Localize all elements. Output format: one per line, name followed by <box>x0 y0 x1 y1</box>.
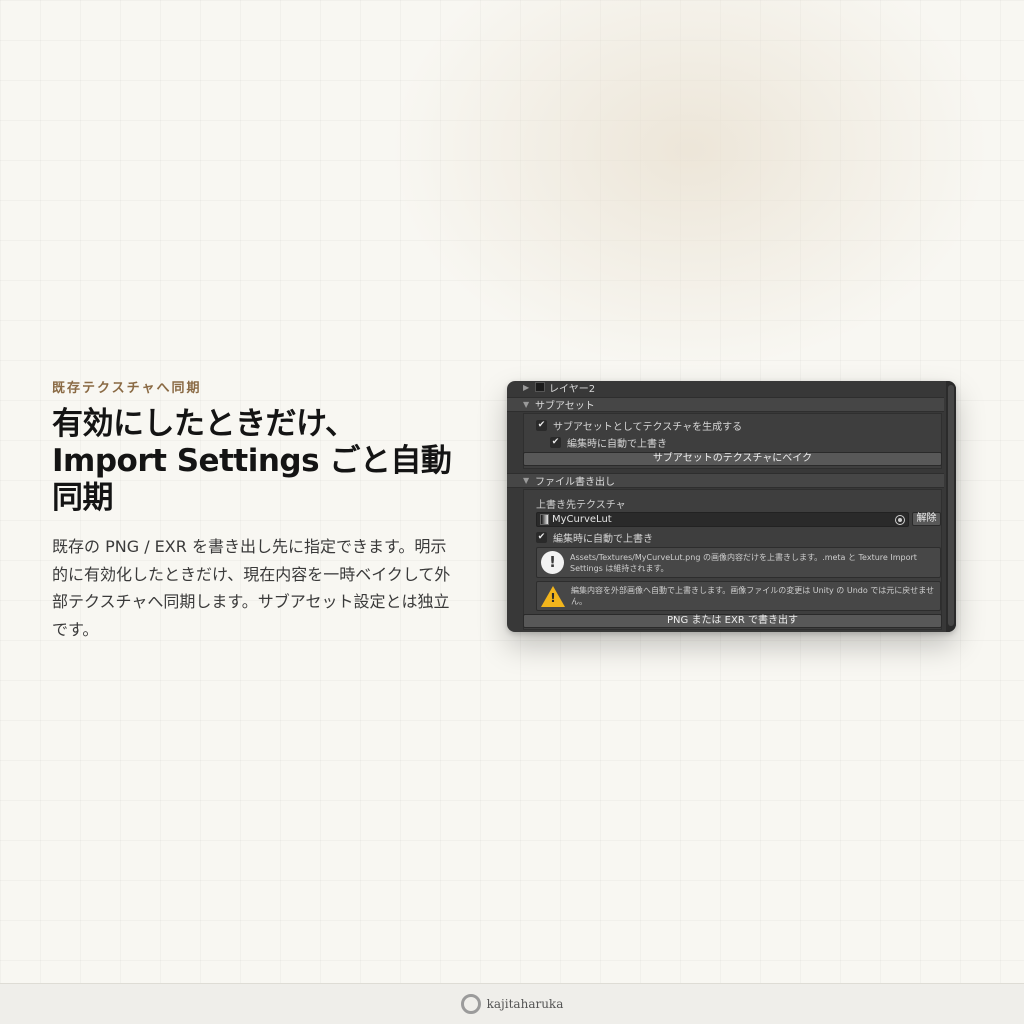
subasset-section-body: ✔ サブアセットとしてテクスチャを生成する ✔ 編集時に自動で上書き サブアセッ… <box>523 413 942 469</box>
footer: kajitaharuka <box>0 983 1024 1024</box>
scrollbar[interactable] <box>946 381 956 632</box>
checkmark-icon[interactable]: ✔ <box>536 419 547 431</box>
feature-eyebrow: 既存テクスチャへ同期 <box>52 381 202 396</box>
export-png-exr-button[interactable]: PNG または EXR で書き出す <box>523 614 942 628</box>
file-export-section-header[interactable]: ▼ ファイル書き出し <box>507 473 944 488</box>
release-button[interactable]: 解除 <box>912 512 941 526</box>
headline-line: 有効にしたときだけ、 <box>52 406 356 442</box>
brand-logo-icon[interactable] <box>460 994 481 1014</box>
section-title: サブアセット <box>535 401 595 412</box>
subasset-section-header[interactable]: ▼ サブアセット <box>507 397 944 412</box>
toggle-label: 編集時に自動で上書き <box>553 533 653 545</box>
headline-line: 同期 <box>52 480 114 516</box>
layer-swatch <box>535 382 545 392</box>
toggle-label: サブアセットとしてテクスチャを生成する <box>553 421 743 433</box>
triangle-down-icon[interactable]: ▼ <box>523 400 535 409</box>
generate-subasset-toggle[interactable]: ✔ サブアセットとしてテクスチャを生成する <box>536 418 743 433</box>
info-icon: ! <box>541 551 564 574</box>
bake-subasset-button[interactable]: サブアセットのテクスチャにベイク <box>523 452 942 466</box>
brand-name[interactable]: kajitaharuka <box>487 997 564 1011</box>
target-texture-field[interactable]: MyCurveLut <box>536 512 909 527</box>
info-helpbox: ! Assets/Textures/MyCurveLut.png の画像内容だけ… <box>536 547 941 578</box>
checkmark-icon[interactable]: ✔ <box>536 531 547 543</box>
warning-icon: ! <box>541 585 565 607</box>
section-title: ファイル書き出し <box>535 477 615 488</box>
scrollbar-thumb[interactable] <box>948 385 954 626</box>
layer-label: レイヤー2 <box>549 383 596 395</box>
layer-row[interactable]: ▶ レイヤー2 <box>507 381 944 395</box>
checkmark-icon[interactable]: ✔ <box>550 436 561 448</box>
feature-description: 既存の PNG / EXR を書き出し先に指定できます。明示的に有効化したときだ… <box>52 537 451 639</box>
triangle-down-icon[interactable]: ▼ <box>523 476 535 485</box>
warning-helpbox: ! 編集内容を外部画像へ自動で上書きします。画像ファイルの変更は Unity の… <box>536 581 941 611</box>
target-texture-label: 上書き先テクスチャ <box>536 500 626 511</box>
inspector-panel: ▶ レイヤー2 ▼ サブアセット ✔ サブアセットとしてテクスチャを生成する ✔… <box>507 381 956 632</box>
triangle-right-icon[interactable]: ▶ <box>523 383 535 392</box>
feature-headline: 有効にしたときだけ、 Import Settings ごと自動 同期 <box>52 406 452 517</box>
headline-line: Import Settings ごと自動 <box>52 443 452 479</box>
file-export-section-body: 上書き先テクスチャ MyCurveLut 解除 ✔ 編集時に自動で上書き ! A… <box>523 489 942 630</box>
subasset-auto-overwrite-toggle[interactable]: ✔ 編集時に自動で上書き <box>550 435 667 450</box>
feature-copy: 既存テクスチャへ同期 有効にしたときだけ、 Import Settings ごと… <box>52 380 452 643</box>
texture-icon <box>540 514 549 525</box>
object-picker-icon[interactable] <box>895 515 905 525</box>
file-auto-overwrite-toggle[interactable]: ✔ 編集時に自動で上書き <box>536 530 653 545</box>
toggle-label: 編集時に自動で上書き <box>567 438 667 450</box>
warning-message: 編集内容を外部画像へ自動で上書きします。画像ファイルの変更は Unity の U… <box>571 586 935 606</box>
info-message: Assets/Textures/MyCurveLut.png の画像内容だけを上… <box>570 552 917 573</box>
target-texture-value: MyCurveLut <box>552 514 612 525</box>
